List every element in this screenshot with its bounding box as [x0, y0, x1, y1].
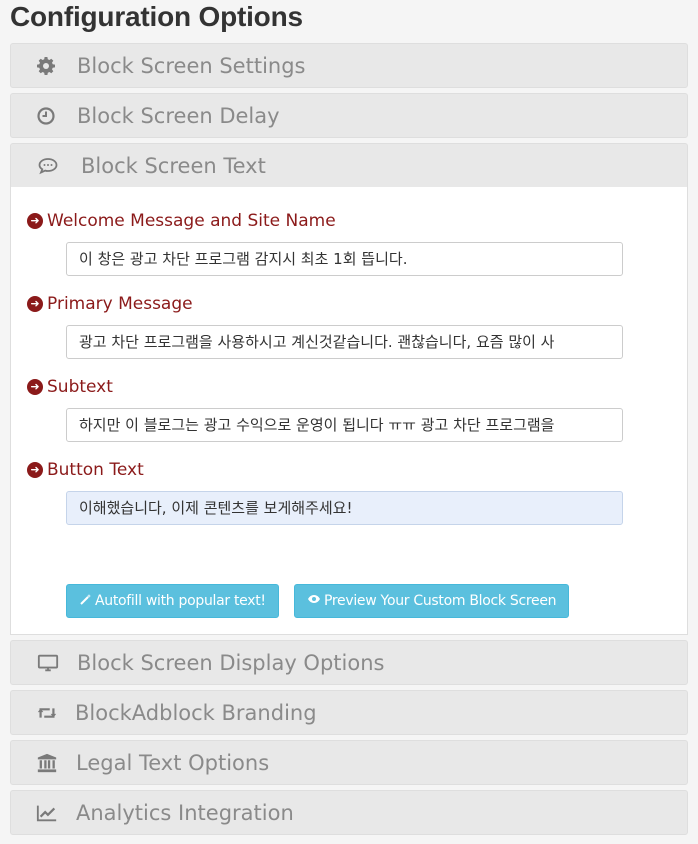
panel-label: Block Screen Delay	[77, 103, 280, 128]
button-text-input[interactable]: 이해했습니다, 이제 콘텐츠를 보게해주세요!	[66, 491, 623, 525]
subtext-label: ➜ Subtext	[27, 377, 113, 397]
button-text-label: ➜ Button Text	[27, 460, 144, 480]
welcome-message-input[interactable]: 이 창은 광고 차단 프로그램 감지시 최초 1회 뜹니다.	[66, 242, 623, 276]
retweet-icon	[36, 702, 58, 724]
arrow-circle-right-icon: ➜	[27, 213, 43, 229]
panel-block-screen-text[interactable]: Block Screen Text	[10, 143, 688, 188]
line-chart-icon	[36, 802, 58, 824]
panel-block-screen-settings[interactable]: Block Screen Settings	[10, 43, 688, 88]
magic-wand-icon	[79, 593, 92, 610]
panel-label: BlockAdblock Branding	[75, 700, 317, 725]
bank-icon	[36, 752, 58, 774]
panel-label: Legal Text Options	[76, 750, 270, 775]
panel-label: Block Screen Display Options	[77, 650, 385, 675]
clock-icon	[35, 105, 57, 127]
panel-block-screen-delay[interactable]: Block Screen Delay	[10, 93, 688, 138]
monitor-icon	[37, 652, 59, 674]
preview-block-screen-button[interactable]: Preview Your Custom Block Screen	[294, 584, 570, 618]
panel-label: Analytics Integration	[76, 800, 294, 825]
gear-icon	[35, 55, 57, 77]
panel-analytics-integration[interactable]: Analytics Integration	[10, 790, 688, 835]
arrow-circle-right-icon: ➜	[27, 296, 43, 312]
primary-message-label: ➜ Primary Message	[27, 294, 193, 314]
speech-bubble-icon	[37, 155, 59, 177]
autofill-button[interactable]: Autofill with popular text!	[66, 584, 279, 618]
block-screen-text-body: ➜ Welcome Message and Site Name 이 창은 광고 …	[10, 187, 688, 635]
welcome-message-label: ➜ Welcome Message and Site Name	[27, 211, 336, 231]
panel-blockadblock-branding[interactable]: BlockAdblock Branding	[10, 690, 688, 735]
panel-label: Block Screen Text	[81, 153, 266, 178]
primary-message-input[interactable]: 광고 차단 프로그램을 사용하시고 계신것같습니다. 괜찮습니다, 요즘 많이 …	[66, 325, 623, 359]
eye-icon	[307, 593, 321, 609]
subtext-input[interactable]: 하지만 이 블로그는 광고 수익으로 운영이 됩니다 ㅠㅠ 광고 차단 프로그램…	[66, 408, 623, 442]
panel-block-screen-display-options[interactable]: Block Screen Display Options	[10, 640, 688, 685]
panel-legal-text-options[interactable]: Legal Text Options	[10, 740, 688, 785]
page-title: Configuration Options	[10, 1, 303, 32]
panel-label: Block Screen Settings	[77, 53, 306, 78]
arrow-circle-right-icon: ➜	[27, 379, 43, 395]
arrow-circle-right-icon: ➜	[27, 462, 43, 478]
